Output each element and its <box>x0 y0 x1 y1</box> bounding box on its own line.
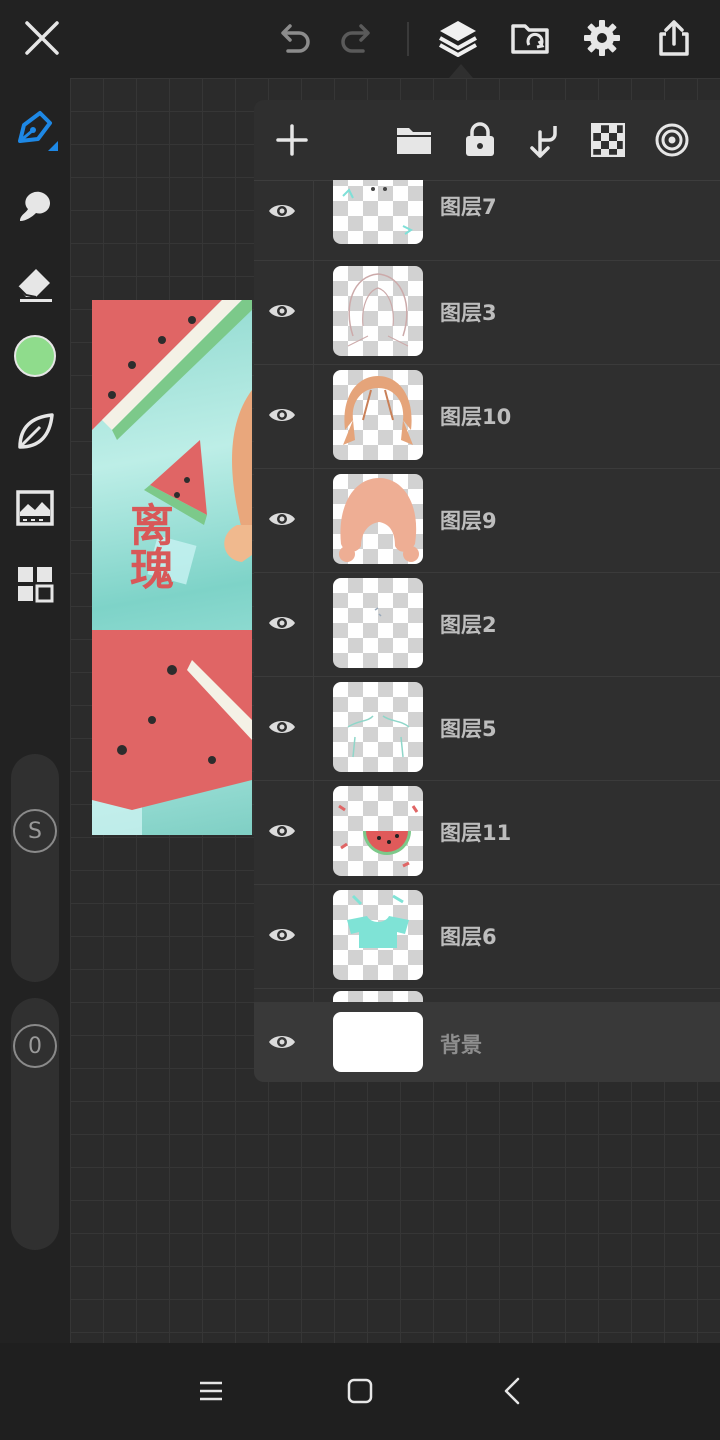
layer-row[interactable]: 图层5 <box>254 676 720 781</box>
layer-name: 图层6 <box>440 925 497 949</box>
smudge-icon[interactable] <box>11 182 59 230</box>
layer-thumbnail <box>333 266 423 356</box>
size-slider-knob[interactable]: S <box>13 809 57 853</box>
layer-name: 图层9 <box>440 509 497 533</box>
image-icon[interactable] <box>11 484 59 532</box>
folder-sync-icon[interactable] <box>506 14 554 62</box>
eye-icon[interactable] <box>262 915 302 955</box>
layer-row[interactable]: 图层6 <box>254 884 720 989</box>
eye-icon[interactable] <box>262 1022 302 1062</box>
layer-row[interactable]: 图层2 <box>254 572 720 677</box>
tool-rail: S 0 <box>0 78 70 1343</box>
brush-size-slider[interactable]: S <box>11 754 59 982</box>
plus-icon[interactable] <box>268 116 316 164</box>
layer-thumbnail <box>333 991 423 1002</box>
layers-panel: 图层7 图层3 图层10 图层9 图层2 图层5 图层11 图层6 背景 <box>254 100 720 1082</box>
layer-name: 图层10 <box>440 405 512 429</box>
layer-name: 图层3 <box>440 301 497 325</box>
opacity-slider-label: 0 <box>28 1033 42 1059</box>
layer-thumbnail <box>333 180 423 244</box>
undo-icon[interactable] <box>270 14 318 62</box>
toolbar-divider <box>407 22 409 56</box>
leaf-icon[interactable] <box>11 408 59 456</box>
layer-list[interactable]: 图层7 图层3 图层10 图层9 图层2 图层5 图层11 图层6 <box>254 180 720 1002</box>
layer-row[interactable]: 图层9 <box>254 468 720 573</box>
layers-icon[interactable] <box>434 14 482 62</box>
eye-icon[interactable] <box>262 291 302 331</box>
menu-icon[interactable] <box>187 1367 235 1415</box>
eye-icon[interactable] <box>262 603 302 643</box>
eye-icon[interactable] <box>262 811 302 851</box>
layer-thumbnail <box>333 786 423 876</box>
eye-icon[interactable] <box>262 191 302 231</box>
top-toolbar <box>0 0 720 78</box>
layer-thumbnail <box>333 682 423 772</box>
back-icon[interactable] <box>488 1367 536 1415</box>
layer-row[interactable] <box>254 988 720 1002</box>
layer-row[interactable]: 图层10 <box>254 364 720 469</box>
layer-thumbnail <box>333 474 423 564</box>
layers-popover-pointer <box>449 64 473 78</box>
layer-thumbnail <box>333 578 423 668</box>
system-navbar <box>0 1343 720 1440</box>
checkerboard-icon[interactable] <box>584 116 632 164</box>
layer-name: 图层11 <box>440 821 512 845</box>
merge-down-icon[interactable] <box>520 116 568 164</box>
redo-icon[interactable] <box>333 14 381 62</box>
eye-icon[interactable] <box>262 707 302 747</box>
folder-icon[interactable] <box>390 116 438 164</box>
artwork-preview: 离瑰 <box>92 300 252 835</box>
layer-row[interactable]: 图层11 <box>254 780 720 885</box>
eraser-icon[interactable] <box>11 258 59 306</box>
layer-name: 图层7 <box>440 195 497 219</box>
background-layer-row[interactable]: 背景 <box>254 1002 720 1082</box>
opacity-slider-knob[interactable]: 0 <box>13 1024 57 1068</box>
share-icon[interactable] <box>650 14 698 62</box>
target-icon[interactable] <box>648 116 696 164</box>
opacity-slider[interactable]: 0 <box>11 998 59 1250</box>
color-swatch-icon[interactable] <box>11 332 59 380</box>
layer-name: 图层5 <box>440 717 497 741</box>
layer-thumbnail <box>333 890 423 980</box>
lock-icon[interactable] <box>456 116 504 164</box>
grid-icon[interactable] <box>11 560 59 608</box>
layer-row[interactable]: 图层7 <box>254 180 720 261</box>
layer-thumbnail <box>333 370 423 460</box>
artwork-title: 离瑰 <box>122 502 173 590</box>
gear-icon[interactable] <box>578 14 626 62</box>
home-icon[interactable] <box>336 1367 384 1415</box>
close-icon[interactable] <box>18 14 66 62</box>
eye-icon[interactable] <box>262 395 302 435</box>
pen-icon[interactable] <box>11 106 59 154</box>
background-layer-name: 背景 <box>440 1033 482 1057</box>
background-thumbnail <box>333 1012 423 1072</box>
layer-name: 图层2 <box>440 613 497 637</box>
layer-row[interactable]: 图层3 <box>254 260 720 365</box>
layers-panel-toolbar <box>254 100 720 181</box>
size-slider-label: S <box>28 818 42 844</box>
eye-icon[interactable] <box>262 499 302 539</box>
